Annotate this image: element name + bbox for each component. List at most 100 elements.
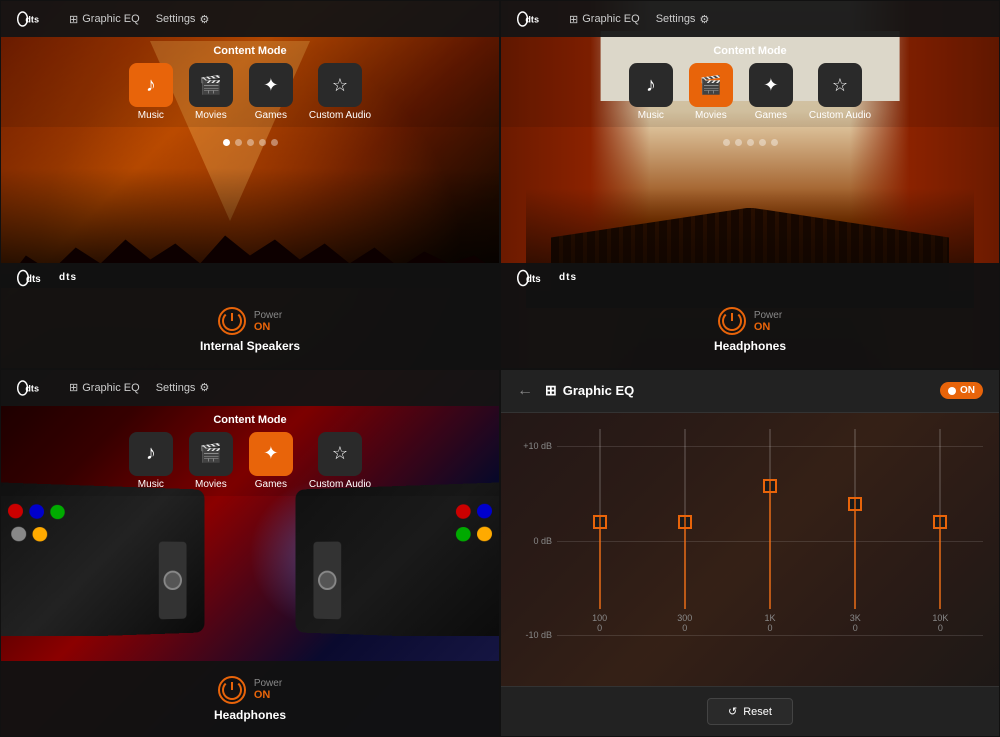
- svg-text:dts: dts: [525, 15, 539, 25]
- movies-label: Movies: [195, 110, 227, 121]
- eq-freq-label-100: 100: [592, 613, 607, 623]
- eq-slider-track-300[interactable]: [684, 429, 686, 610]
- nav-settings-movies[interactable]: Settings ⚙: [656, 13, 710, 26]
- eq-sliders-container: 100 0 300: [557, 429, 983, 634]
- eq-title-row: ⊞ Graphic EQ: [545, 382, 634, 399]
- mode-custom-movies[interactable]: ☆ Custom Audio: [809, 63, 871, 121]
- mode-music-movies[interactable]: ♪ Music: [629, 63, 673, 121]
- dot-4-movies: [759, 139, 766, 146]
- bottom-bar-gaming: Power ON Headphones: [1, 661, 499, 736]
- nav-settings[interactable]: Settings ⚙: [156, 13, 210, 26]
- eq-slider-fill-10k: [939, 515, 941, 609]
- nav-graphic-eq-gaming[interactable]: ⊞ Graphic EQ: [69, 381, 140, 394]
- movies-icon-gaming: 🎬: [200, 443, 222, 464]
- custom-icon-gaming: ☆: [332, 443, 348, 464]
- eq-toggle-dot: [948, 387, 956, 395]
- reset-label: Reset: [743, 706, 772, 718]
- eq-value-label-10k: 0: [938, 623, 943, 633]
- power-row-gaming: Power ON: [218, 676, 282, 704]
- eq-back-button[interactable]: ←: [517, 382, 533, 400]
- games-icon-movies: ✦: [763, 75, 778, 96]
- svg-text:dts: dts: [25, 383, 39, 393]
- buttons-left: [8, 504, 65, 542]
- eq-slider-track-10k[interactable]: [939, 429, 941, 610]
- eq-toggle-switch[interactable]: ON: [940, 382, 983, 399]
- games-icon: ✦: [263, 75, 278, 96]
- custom-audio-label-movies: Custom Audio: [809, 110, 871, 121]
- dot-1-movies: [723, 139, 730, 146]
- bottom-dts-text-music: dts: [59, 272, 77, 283]
- mode-custom[interactable]: ☆ Custom Audio: [309, 63, 371, 121]
- eq-sliders-icon: ⊞: [69, 13, 78, 26]
- power-icon-movies[interactable]: [718, 307, 746, 335]
- navbar-gaming: dts ⊞ Graphic EQ Settings ⚙: [1, 370, 499, 406]
- mode-games-movies[interactable]: ✦ Games: [749, 63, 793, 121]
- bottom-bar-music: Power ON Internal Speakers: [1, 293, 499, 368]
- mode-music-gaming[interactable]: ♪ Music: [129, 432, 173, 490]
- dts-logo-movies: dts: [517, 9, 545, 29]
- eq-freq-label-1k: 1K: [765, 613, 776, 623]
- eq-value-label-1k: 0: [768, 623, 773, 633]
- eq-freq-label-3k: 3K: [850, 613, 861, 623]
- custom-icon-bg-gaming: ☆: [318, 432, 362, 476]
- mode-games-active[interactable]: ✦ Games: [249, 432, 293, 490]
- panel-music: dts ⊞ Graphic EQ Settings ⚙ Content Mode…: [0, 0, 500, 369]
- music-icon-movies: ♪: [646, 74, 656, 97]
- eq-value-label-100: 0: [597, 623, 602, 633]
- music-icon-bg-gaming: ♪: [129, 432, 173, 476]
- nav-graphic-eq[interactable]: ⊞ Graphic EQ: [69, 13, 140, 26]
- movies-icon: 🎬: [200, 75, 222, 96]
- eq-title-text: Graphic EQ: [563, 383, 635, 398]
- nav-settings-gaming[interactable]: Settings ⚙: [156, 381, 210, 394]
- settings-icon-gaming: ⚙: [199, 381, 209, 394]
- custom-icon-bg-movies: ☆: [818, 63, 862, 107]
- dot-2: [235, 139, 242, 146]
- games-label-movies: Games: [755, 110, 787, 121]
- grid-label-top: +10 dB: [517, 441, 552, 451]
- eq-grid: +10 dB 0 dB -10 dB: [517, 429, 983, 654]
- reset-button[interactable]: ↺ Reset: [707, 698, 793, 725]
- eq-slider-track-100[interactable]: [599, 429, 601, 610]
- eq-toggle-label: ON: [960, 385, 975, 396]
- power-icon-music[interactable]: [218, 307, 246, 335]
- dts-logo-icon: dts: [17, 9, 45, 29]
- content-mode-section-music: Content Mode ♪ Music 🎬 Movies ✦ Games: [1, 37, 499, 127]
- dot-5: [271, 139, 278, 146]
- bottom-dts-icon-music: dts: [17, 268, 47, 288]
- eq-sliders-icon-gaming: ⊞: [69, 381, 78, 394]
- power-label-music: Power: [254, 310, 282, 321]
- power-row-movies: Power ON: [718, 307, 782, 335]
- content-mode-icons-gaming: ♪ Music 🎬 Movies ✦ Games ☆ Custo: [1, 432, 499, 490]
- grid-label-bottom: -10 dB: [517, 630, 552, 640]
- power-status-gaming: ON: [254, 689, 271, 701]
- content-mode-icons-movies: ♪ Music 🎬 Movies ✦ Games ☆ Custo: [501, 63, 999, 121]
- navbar-music: dts ⊞ Graphic EQ Settings ⚙: [1, 1, 499, 37]
- mode-custom-gaming[interactable]: ☆ Custom Audio: [309, 432, 371, 490]
- mode-movies-gaming[interactable]: 🎬 Movies: [189, 432, 233, 490]
- music-label-gaming: Music: [138, 479, 164, 490]
- bottom-dts-text-movies: dts: [559, 272, 577, 283]
- panel-eq: ← ⊞ Graphic EQ ON +10 dB 0 dB: [500, 369, 1000, 737]
- custom-icon-bg: ☆: [318, 63, 362, 107]
- movies-icon-bg-movies: 🎬: [689, 63, 733, 107]
- settings-icon: ⚙: [199, 13, 209, 26]
- movies-icon-bg-gaming: 🎬: [189, 432, 233, 476]
- bottom-dts-icon-movies: dts: [517, 268, 547, 288]
- power-row-music: Power ON: [218, 307, 282, 335]
- eq-slider-1k: 1K 0: [727, 429, 812, 634]
- eq-slider-track-3k[interactable]: [854, 429, 856, 610]
- power-icon-gaming[interactable]: [218, 676, 246, 704]
- eq-slider-track-1k[interactable]: [769, 429, 771, 610]
- device-label-music: Internal Speakers: [200, 339, 300, 353]
- dts-logo-icon-movies: dts: [517, 9, 545, 29]
- grid-label-mid: 0 dB: [517, 536, 552, 546]
- dots-indicator-movies: [501, 139, 999, 146]
- power-label-gaming: Power: [254, 678, 282, 689]
- nav-graphic-eq-movies[interactable]: ⊞ Graphic EQ: [569, 13, 640, 26]
- mode-games[interactable]: ✦ Games: [249, 63, 293, 121]
- svg-text:dts: dts: [26, 273, 41, 284]
- mode-music[interactable]: ♪ Music: [129, 63, 173, 121]
- mode-movies[interactable]: 🎬 Movies: [189, 63, 233, 121]
- mode-movies-active[interactable]: 🎬 Movies: [689, 63, 733, 121]
- custom-audio-label-gaming: Custom Audio: [309, 479, 371, 490]
